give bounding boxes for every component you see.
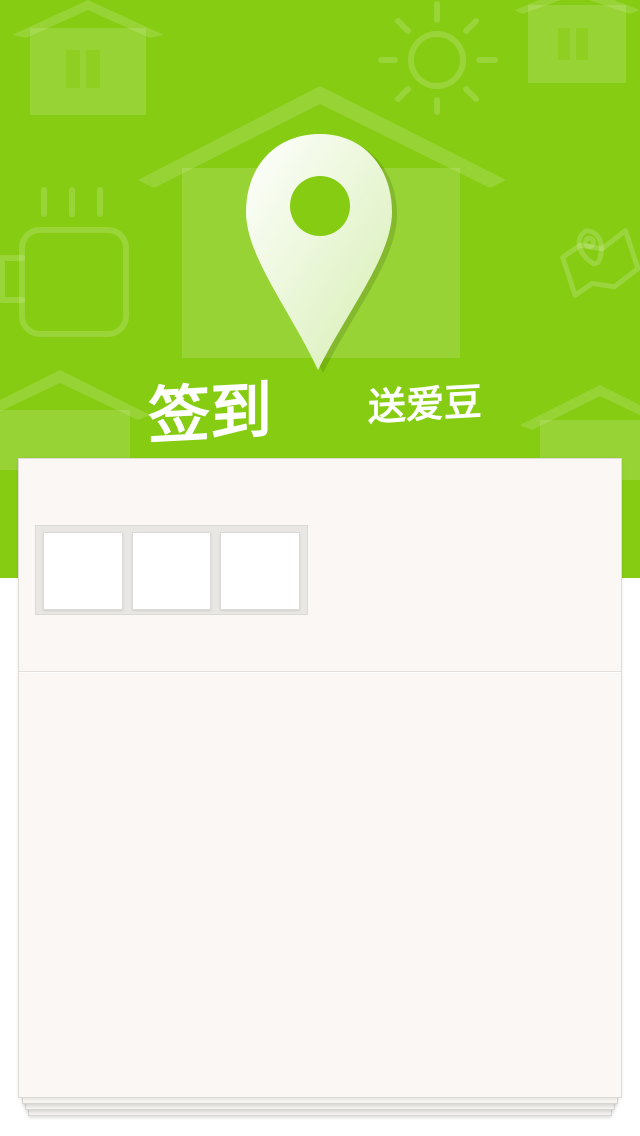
checkin-slots [35, 525, 308, 615]
checkin-slot[interactable] [43, 532, 123, 610]
title-main: 签到 [148, 374, 272, 453]
checkin-card [18, 458, 622, 1098]
title-sub: 送爱豆 [368, 380, 482, 430]
location-pin-icon [246, 134, 397, 373]
map-icon [560, 228, 640, 298]
house-icon [0, 370, 150, 470]
card-divider [19, 671, 621, 673]
coffee-cup-icon [0, 187, 129, 337]
checkin-slot[interactable] [131, 532, 212, 610]
sun-icon [378, 1, 498, 115]
map-pin-icon [576, 228, 604, 267]
checkin-title: 签到 送爱豆 [148, 374, 508, 453]
checkin-slot[interactable] [220, 532, 301, 610]
